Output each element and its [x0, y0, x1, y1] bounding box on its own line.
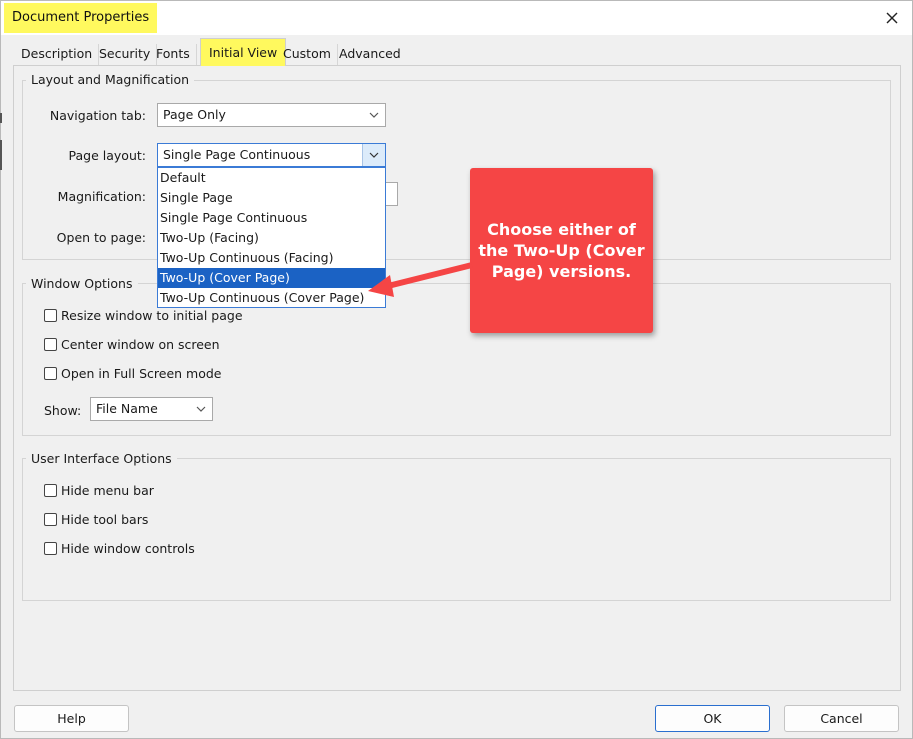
dropdown-option-single-page[interactable]: Single Page — [158, 188, 385, 208]
navigation-tab-value: Page Only — [163, 107, 226, 122]
chevron-down-icon[interactable] — [362, 144, 385, 166]
dropdown-option-two-up-continuous-facing[interactable]: Two-Up Continuous (Facing) — [158, 248, 385, 268]
tab-initial-view[interactable]: Initial View — [200, 38, 287, 68]
close-icon[interactable] — [880, 6, 904, 30]
callout-arrow — [368, 262, 473, 297]
checkbox-label: Resize window to initial page — [61, 308, 243, 323]
checkbox-label: Open in Full Screen mode — [61, 366, 222, 381]
dropdown-option-two-up-cover-page[interactable]: Two-Up (Cover Page) — [158, 268, 385, 288]
page-layout-dropdown-list[interactable]: Default Single Page Single Page Continuo… — [157, 167, 386, 308]
group-title: Layout and Magnification — [26, 72, 195, 87]
checkbox-label: Hide window controls — [61, 541, 195, 556]
checkbox-icon[interactable] — [44, 338, 57, 351]
callout-text: Choose either of the Two-Up (Cover Page)… — [478, 220, 645, 281]
open-to-page-label: Open to page: — [56, 230, 146, 245]
checkbox-label: Hide tool bars — [61, 512, 149, 527]
checkbox-icon[interactable] — [44, 367, 57, 380]
window-title: Document Properties — [4, 3, 158, 33]
dropdown-option-two-up-continuous-cover-page[interactable]: Two-Up Continuous (Cover Page) — [158, 288, 385, 308]
checkbox-label: Hide menu bar — [61, 483, 154, 498]
tab-advanced[interactable]: Advanced — [333, 44, 407, 65]
annotation-callout: Choose either of the Two-Up (Cover Page)… — [470, 168, 653, 333]
navigation-tab-label: Navigation tab: — [49, 108, 146, 123]
checkbox-icon[interactable] — [44, 484, 57, 497]
chevron-down-icon — [190, 398, 212, 420]
page-layout-label: Page layout: — [68, 148, 146, 163]
hide-tool-bars-checkbox[interactable]: Hide tool bars — [44, 511, 148, 529]
show-value: File Name — [96, 401, 158, 416]
tab-description[interactable]: Description — [15, 44, 100, 65]
group-title: Window Options — [26, 276, 138, 291]
show-select[interactable]: File Name — [90, 397, 213, 421]
dropdown-option-default[interactable]: Default — [158, 168, 385, 188]
page-layout-select[interactable]: Single Page Continuous — [157, 143, 386, 167]
show-label: Show: — [44, 403, 82, 418]
background-fragment — [0, 113, 2, 123]
help-button[interactable]: Help — [14, 705, 129, 732]
ok-button[interactable]: OK — [655, 705, 770, 732]
dropdown-option-single-page-continuous[interactable]: Single Page Continuous — [158, 208, 385, 228]
magnification-label: Magnification: — [57, 189, 146, 204]
dropdown-option-two-up-facing[interactable]: Two-Up (Facing) — [158, 228, 385, 248]
chevron-down-icon — [363, 104, 385, 126]
ui-options-group — [22, 458, 891, 601]
checkbox-icon[interactable] — [44, 513, 57, 526]
magnification-select-edge[interactable] — [385, 182, 398, 206]
hide-menu-bar-checkbox[interactable]: Hide menu bar — [44, 482, 154, 500]
page-layout-value: Single Page Continuous — [163, 147, 311, 162]
navigation-tab-select[interactable]: Page Only — [157, 103, 386, 127]
tab-fonts[interactable]: Fonts — [150, 44, 197, 65]
hide-window-controls-checkbox[interactable]: Hide window controls — [44, 540, 195, 558]
tab-security[interactable]: Security — [93, 44, 158, 65]
tab-custom[interactable]: Custom — [277, 44, 338, 65]
center-window-checkbox[interactable]: Center window on screen — [44, 336, 220, 354]
resize-window-checkbox[interactable]: Resize window to initial page — [44, 307, 243, 325]
background-fragment — [0, 140, 2, 170]
checkbox-icon[interactable] — [44, 309, 57, 322]
checkbox-label: Center window on screen — [61, 337, 220, 352]
group-title: User Interface Options — [26, 451, 177, 466]
cancel-button[interactable]: Cancel — [784, 705, 899, 732]
layout-magnification-group — [22, 80, 891, 260]
full-screen-checkbox[interactable]: Open in Full Screen mode — [44, 365, 221, 383]
checkbox-icon[interactable] — [44, 542, 57, 555]
